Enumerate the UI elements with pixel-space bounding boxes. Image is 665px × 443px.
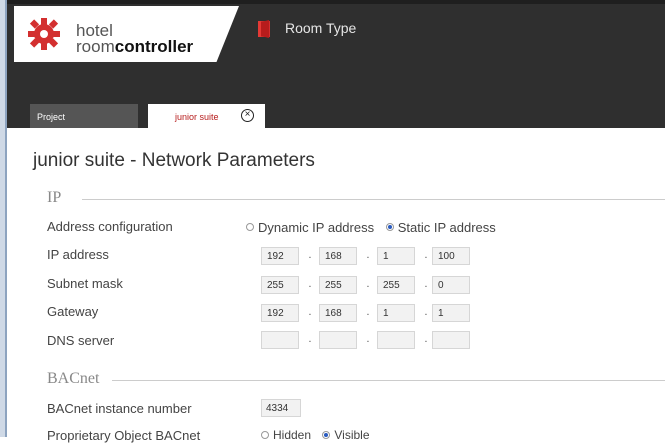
subnet-mask-octet-1[interactable]: 255 xyxy=(261,276,299,294)
octet-separator: . xyxy=(366,279,370,290)
gateway-octet-1[interactable]: 192 xyxy=(261,304,299,322)
label-address-configuration: Address configuration xyxy=(47,219,173,234)
tab-junior-suite[interactable]: junior suite × xyxy=(148,104,265,128)
octet-separator: . xyxy=(308,250,312,261)
dns-server-octet-4[interactable] xyxy=(432,331,470,349)
gateway-octet-2[interactable]: 168 xyxy=(319,304,357,322)
ip-address-octet-4[interactable]: 100 xyxy=(432,247,470,265)
label-gateway: Gateway xyxy=(47,304,99,319)
octet-separator: . xyxy=(308,279,312,290)
section-title-bacnet: BACnet xyxy=(47,370,100,387)
subnet-mask-octet-3[interactable]: 255 xyxy=(377,276,415,294)
octet-separator: . xyxy=(366,307,370,318)
dns-server-octet-1[interactable] xyxy=(261,331,299,349)
ip-address-octet-3[interactable]: 1 xyxy=(377,247,415,265)
subnet-mask-octet-4[interactable]: 0 xyxy=(432,276,470,294)
gateway-octet-3[interactable]: 1 xyxy=(377,304,415,322)
section-title-ip: IP xyxy=(47,189,62,206)
octet-separator: . xyxy=(424,307,428,318)
logo-text-controller: controller xyxy=(114,37,194,56)
dns-server-octet-2[interactable] xyxy=(319,331,357,349)
label-proprietary-object-bacnet: Proprietary Object BACnet xyxy=(47,428,201,443)
ip-address-octet-1[interactable]: 192 xyxy=(261,247,299,265)
address-configuration-radio-group: Dynamic IP address Static IP address xyxy=(246,219,504,235)
logo-panel: hotel roomcontroller xyxy=(14,6,239,62)
radio-static-ip-dot xyxy=(385,223,394,231)
ip-address-octet-2[interactable]: 168 xyxy=(319,247,357,265)
gateway-octet-4[interactable]: 1 xyxy=(432,304,470,322)
tab-project-label: Project xyxy=(37,112,66,122)
dns-server-octet-3[interactable] xyxy=(377,331,415,349)
close-circle-icon[interactable]: × xyxy=(241,109,254,122)
page-title: junior suite - Network Parameters xyxy=(33,150,315,171)
radio-dynamic-ip-label: Dynamic IP address xyxy=(258,219,375,235)
radio-hidden-label: Hidden xyxy=(273,428,312,442)
octet-separator: . xyxy=(424,279,428,290)
radio-hidden-dot xyxy=(261,431,269,439)
gear-logo-icon xyxy=(28,18,60,50)
radio-hidden[interactable]: Hidden xyxy=(261,428,311,442)
octet-separator: . xyxy=(308,334,312,345)
radio-static-ip-label: Static IP address xyxy=(397,219,496,235)
octet-separator: . xyxy=(308,307,312,318)
room-door-icon xyxy=(258,20,270,38)
radio-dynamic-ip-dot xyxy=(246,223,254,231)
proprietary-object-radio-group: Hidden Visible xyxy=(261,428,378,442)
radio-visible-label: Visible xyxy=(334,428,370,442)
octet-separator: . xyxy=(424,334,428,345)
label-subnet-mask: Subnet mask xyxy=(47,276,123,291)
section-divider-ip xyxy=(82,199,665,200)
header-top-strip xyxy=(7,0,665,4)
label-bacnet-instance-number: BACnet instance number xyxy=(47,401,192,416)
section-divider-bacnet xyxy=(112,380,665,381)
subnet-mask-octet-2[interactable]: 255 xyxy=(319,276,357,294)
app-header: hotel roomcontroller Room Type Project j… xyxy=(7,0,665,128)
tab-project[interactable]: Project xyxy=(30,104,138,128)
logo-text-roomcontroller: roomcontroller xyxy=(76,38,193,55)
radio-visible-dot xyxy=(322,431,331,439)
bacnet-instance-number-input[interactable]: 4334 xyxy=(261,399,301,417)
radio-visible[interactable]: Visible xyxy=(322,428,370,442)
radio-dynamic-ip[interactable]: Dynamic IP address xyxy=(246,220,374,235)
logo-text-room: room xyxy=(76,37,115,56)
octet-separator: . xyxy=(366,250,370,261)
label-ip-address: IP address xyxy=(47,247,109,262)
module-title: Room Type xyxy=(285,20,357,36)
tab-junior-suite-label: junior suite xyxy=(175,112,219,122)
octet-separator: . xyxy=(424,250,428,261)
radio-static-ip[interactable]: Static IP address xyxy=(385,219,496,235)
label-dns-server: DNS server xyxy=(47,333,115,348)
octet-separator: . xyxy=(366,334,370,345)
